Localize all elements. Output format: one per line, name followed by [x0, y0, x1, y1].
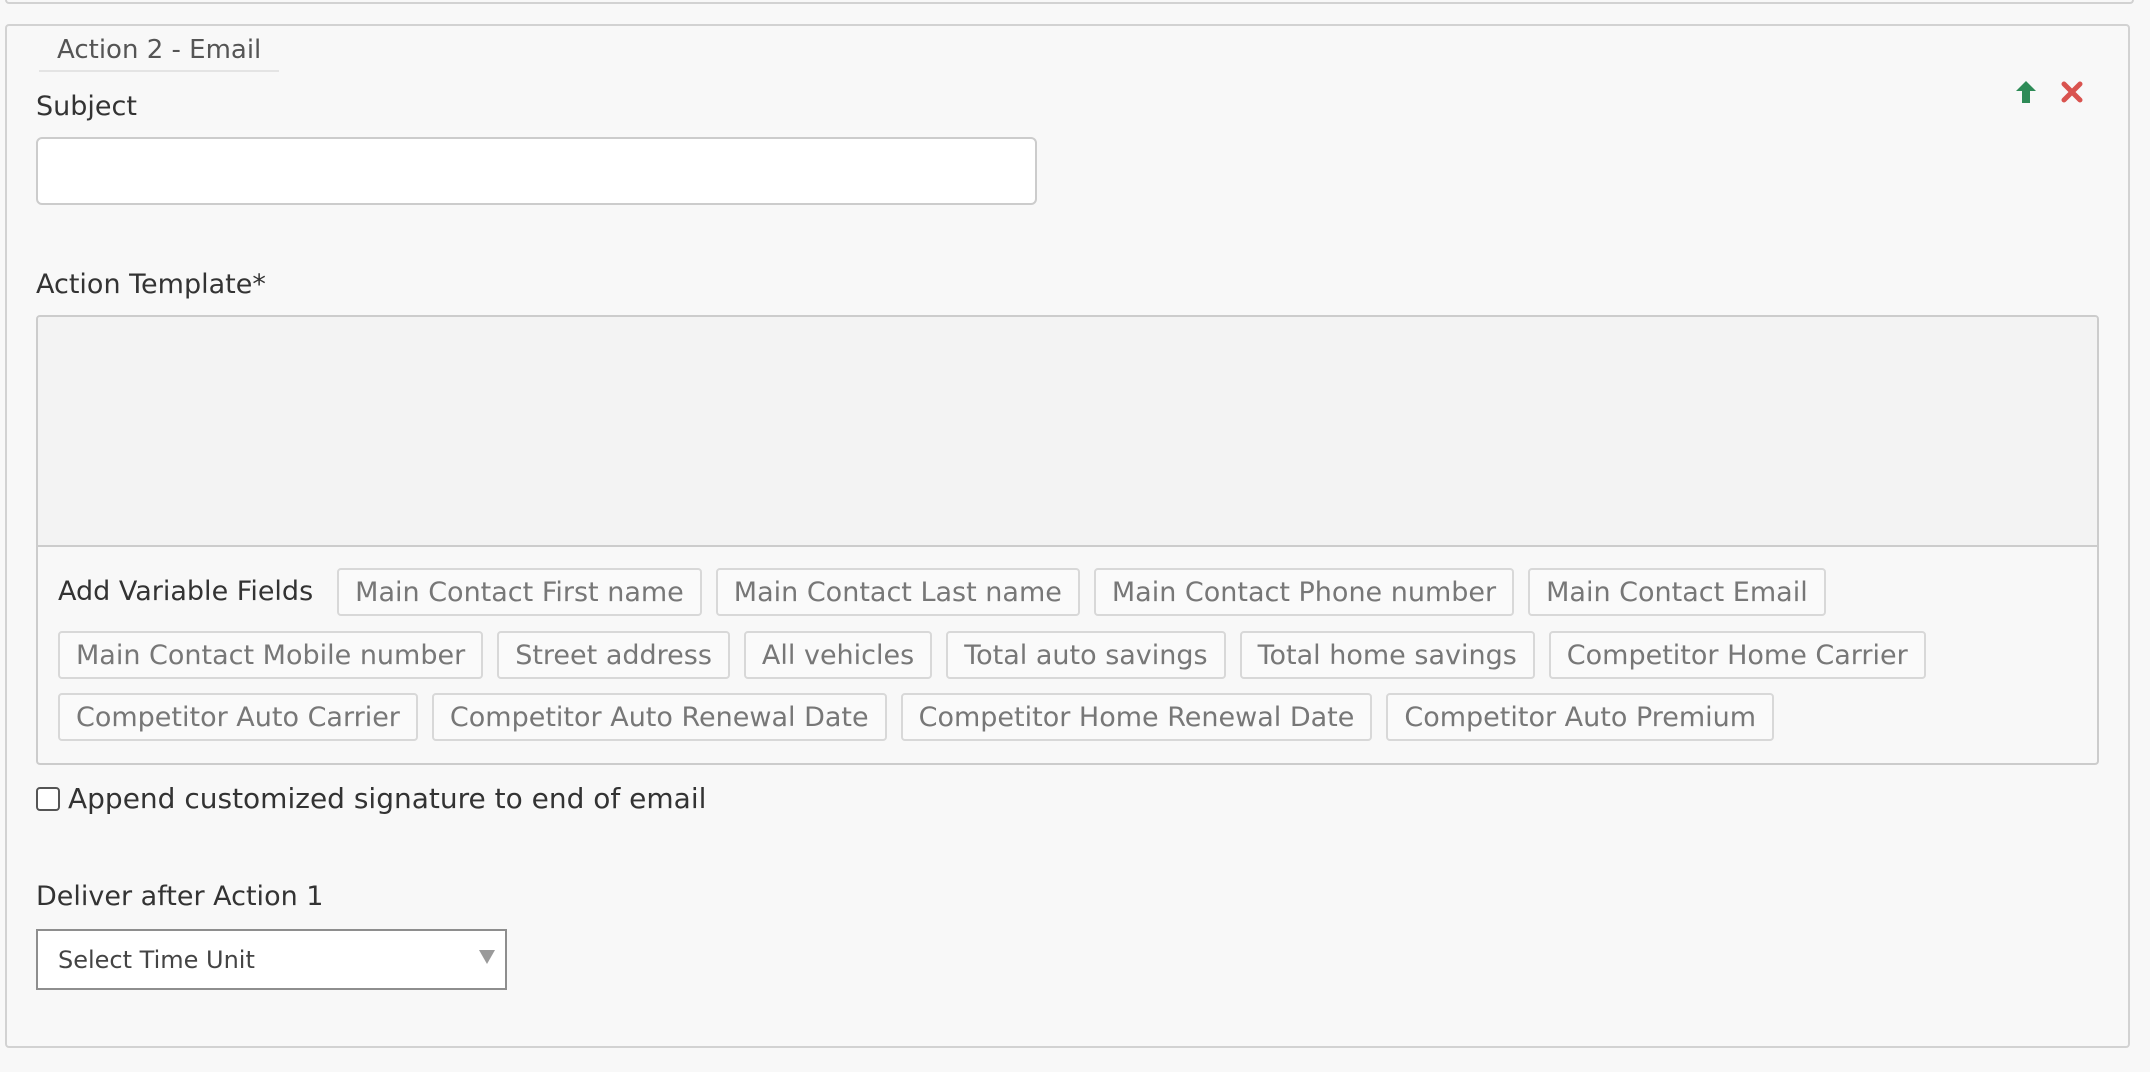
variable-chip[interactable]: Street address: [497, 631, 730, 679]
time-unit-select[interactable]: Select Time Unit: [36, 929, 507, 990]
variable-chip[interactable]: Competitor Home Renewal Date: [900, 693, 1373, 741]
append-signature-option[interactable]: Append customized signature to end of em…: [36, 782, 706, 815]
action-template-label: Action Template*: [36, 269, 266, 300]
action-template-box: Add Variable Fields Main Contact First n…: [36, 315, 2099, 765]
arrow-up-icon[interactable]: [2012, 78, 2040, 106]
variable-chip[interactable]: Main Contact Email: [1528, 568, 1826, 616]
deliver-after-label: Deliver after Action 1: [36, 881, 324, 912]
variable-chip[interactable]: Total home savings: [1239, 631, 1535, 679]
action-title: Action 2 - Email: [39, 30, 280, 72]
variable-chip[interactable]: Main Contact Phone number: [1093, 568, 1515, 616]
action-controls: [2012, 78, 2086, 106]
variable-chip[interactable]: All vehicles: [743, 631, 933, 679]
append-signature-label: Append customized signature to end of em…: [68, 782, 707, 815]
variable-chip[interactable]: Competitor Home Carrier: [1548, 631, 1926, 679]
append-signature-checkbox[interactable]: [36, 786, 60, 811]
variable-chip[interactable]: Competitor Auto Premium: [1386, 693, 1775, 741]
variable-chip[interactable]: Main Contact First name: [337, 568, 702, 616]
subject-input[interactable]: [36, 137, 1037, 205]
chevron-down-icon: [479, 950, 495, 964]
variable-fields-label: Add Variable Fields: [58, 576, 314, 607]
variable-fields-area: Add Variable Fields Main Contact First n…: [38, 547, 2078, 741]
variable-chip[interactable]: Competitor Auto Carrier: [58, 693, 418, 741]
template-editor[interactable]: [38, 317, 2097, 547]
variable-chip[interactable]: Main Contact Last name: [715, 568, 1080, 616]
previous-action-border: [5, 0, 2134, 4]
subject-label: Subject: [36, 91, 137, 122]
close-icon[interactable]: [2058, 78, 2086, 106]
variable-chip[interactable]: Total auto savings: [946, 631, 1226, 679]
variable-chip[interactable]: Competitor Auto Renewal Date: [431, 693, 887, 741]
variable-chip[interactable]: Main Contact Mobile number: [58, 631, 484, 679]
time-unit-selected-value: Select Time Unit: [58, 945, 255, 974]
